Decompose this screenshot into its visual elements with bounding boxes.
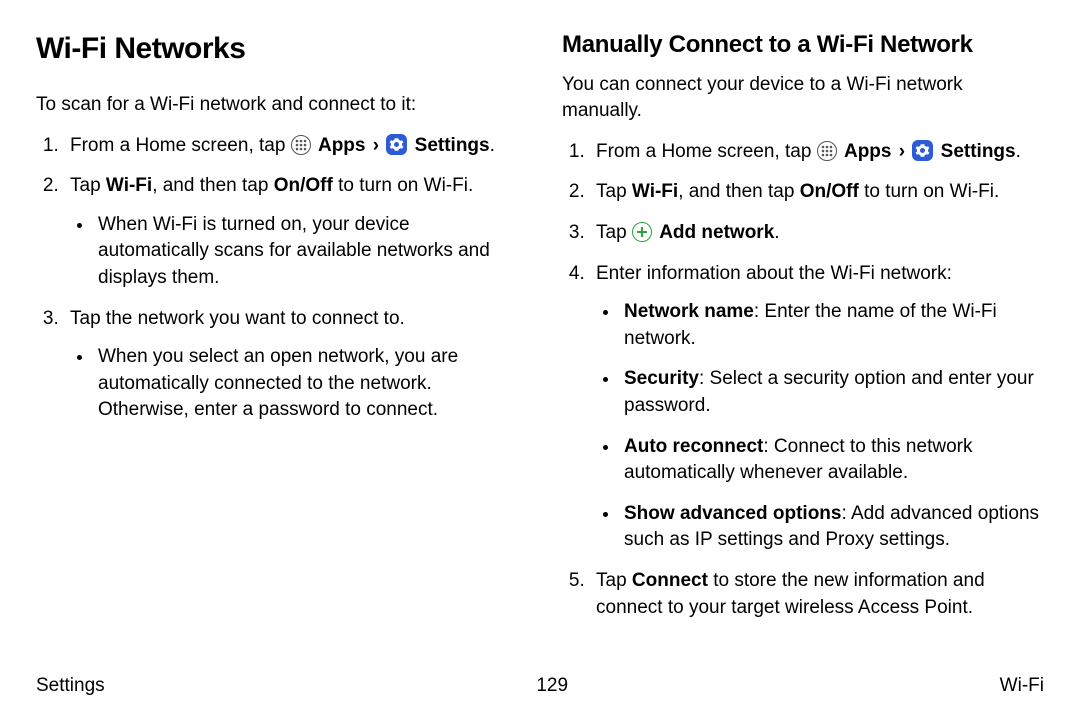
onoff-label: On/Off [800, 181, 859, 202]
settings-label: Settings [415, 135, 490, 156]
chevron-icon: › [899, 141, 905, 162]
step-item: Tap the network you want to connect to. … [64, 306, 518, 424]
step-text: From a Home screen, tap [70, 135, 291, 156]
sub-bullets: Network name: Enter the name of the Wi-F… [596, 299, 1044, 554]
step-item: Enter information about the Wi-Fi networ… [590, 261, 1044, 554]
bullet-item: Auto reconnect: Connect to this network … [620, 434, 1044, 487]
step-text: , and then tap [678, 181, 800, 202]
right-column: Manually Connect to a Wi-Fi Network You … [562, 28, 1044, 665]
wifi-label: Wi-Fi [106, 175, 152, 196]
step-text: Tap [70, 175, 106, 196]
content-columns: Wi-Fi Networks To scan for a Wi-Fi netwo… [36, 28, 1044, 665]
left-steps: From a Home screen, tap Apps › Settings.… [36, 133, 518, 424]
apps-icon [817, 141, 837, 161]
apps-label: Apps [318, 135, 366, 156]
bullet-item: When you select an open network, you are… [94, 344, 518, 424]
settings-label: Settings [941, 141, 1016, 162]
step-text: to turn on Wi-Fi. [333, 175, 473, 196]
bullet-item: Show advanced options: Add advanced opti… [620, 501, 1044, 554]
field-label: Auto reconnect [624, 436, 763, 457]
gear-icon [912, 140, 933, 161]
step-item: From a Home screen, tap Apps › Settings. [590, 139, 1044, 166]
intro-text: To scan for a Wi-Fi network and connect … [36, 92, 518, 119]
step-text: Enter information about the Wi-Fi networ… [596, 263, 952, 284]
step-text: Tap the network you want to connect to. [70, 308, 405, 329]
field-label: Network name [624, 301, 754, 322]
onoff-label: On/Off [274, 175, 333, 196]
step-item: From a Home screen, tap Apps › Settings. [64, 133, 518, 160]
step-item: Tap Add network. [590, 220, 1044, 247]
step-text: to turn on Wi-Fi. [859, 181, 999, 202]
bullet-item: When Wi-Fi is turned on, your device aut… [94, 212, 518, 292]
step-item: Tap Connect to store the new information… [590, 568, 1044, 621]
subsection-heading: Manually Connect to a Wi-Fi Network [562, 28, 1044, 62]
step-text: From a Home screen, tap [596, 141, 817, 162]
period: . [774, 222, 779, 243]
step-text: Tap [596, 181, 632, 202]
connect-label: Connect [632, 570, 708, 591]
field-label: Show advanced options [624, 503, 841, 524]
section-heading: Wi-Fi Networks [36, 28, 518, 70]
field-label: Security [624, 368, 699, 389]
apps-icon [291, 135, 311, 155]
sub-bullets: When Wi-Fi is turned on, your device aut… [70, 212, 518, 292]
step-text: Tap [596, 222, 632, 243]
sub-bullets: When you select an open network, you are… [70, 344, 518, 424]
apps-label: Apps [844, 141, 892, 162]
footer-right: Wi-Fi [1000, 673, 1044, 700]
plus-icon [632, 222, 652, 242]
add-network-label: Add network [659, 222, 774, 243]
chevron-icon: › [373, 135, 379, 156]
step-item: Tap Wi-Fi, and then tap On/Off to turn o… [64, 173, 518, 291]
wifi-label: Wi-Fi [632, 181, 678, 202]
step-item: Tap Wi-Fi, and then tap On/Off to turn o… [590, 179, 1044, 206]
left-column: Wi-Fi Networks To scan for a Wi-Fi netwo… [36, 28, 518, 665]
right-steps: From a Home screen, tap Apps › Settings.… [562, 139, 1044, 621]
bullet-item: Security: Select a security option and e… [620, 366, 1044, 419]
footer-left: Settings [36, 673, 105, 700]
step-text: , and then tap [152, 175, 274, 196]
bullet-item: Network name: Enter the name of the Wi-F… [620, 299, 1044, 352]
gear-icon [386, 134, 407, 155]
step-text: Tap [596, 570, 632, 591]
page-number: 129 [536, 673, 568, 700]
intro-text: You can connect your device to a Wi-Fi n… [562, 72, 1044, 125]
period: . [490, 135, 495, 156]
page-footer: Settings 129 Wi-Fi [36, 665, 1044, 700]
period: . [1016, 141, 1021, 162]
